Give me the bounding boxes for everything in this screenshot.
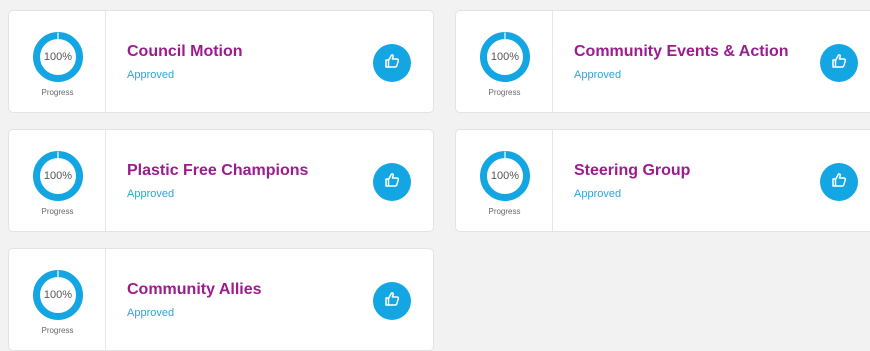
group-card[interactable]: 100% Progress Plastic Free Champions App… (8, 129, 434, 232)
progress-percent: 100% (490, 51, 520, 63)
group-card[interactable]: 100% Progress Council Motion Approved (8, 10, 434, 113)
progress-ring: 100% (32, 269, 84, 321)
progress-percent: 100% (43, 170, 73, 182)
status-text: Approved (127, 307, 175, 319)
group-card[interactable]: 100% Progress Steering Group Approved (455, 129, 870, 232)
progress-ring: 100% (32, 150, 84, 202)
progress-panel: 100% Progress (9, 11, 106, 112)
approve-button[interactable] (820, 44, 858, 82)
group-cards-grid: 100% Progress Council Motion Approved 10 (0, 0, 870, 351)
card-title[interactable]: Council Motion (127, 43, 243, 61)
status-text: Approved (574, 188, 622, 200)
progress-panel: 100% Progress (9, 249, 106, 350)
progress-label: Progress (41, 207, 74, 216)
progress-ring: 100% (479, 150, 531, 202)
progress-percent: 100% (490, 170, 520, 182)
progress-percent: 100% (43, 289, 73, 301)
progress-label: Progress (488, 207, 521, 216)
status-text: Approved (127, 188, 175, 200)
group-card[interactable]: 100% Progress Community Events & Action … (455, 10, 870, 113)
approve-button[interactable] (820, 163, 858, 201)
card-title[interactable]: Community Allies (127, 281, 262, 299)
progress-label: Progress (488, 88, 521, 97)
thumbs-up-icon (829, 170, 849, 195)
status-text: Approved (574, 69, 622, 81)
card-title[interactable]: Community Events & Action (574, 43, 789, 61)
progress-percent: 100% (43, 51, 73, 63)
progress-ring: 100% (32, 31, 84, 83)
thumbs-up-icon (382, 51, 402, 76)
group-card[interactable]: 100% Progress Community Allies Approved (8, 248, 434, 351)
card-title[interactable]: Plastic Free Champions (127, 162, 308, 180)
progress-label: Progress (41, 326, 74, 335)
progress-ring: 100% (479, 31, 531, 83)
thumbs-up-icon (829, 51, 849, 76)
progress-panel: 100% Progress (9, 130, 106, 231)
progress-label: Progress (41, 88, 74, 97)
progress-panel: 100% Progress (456, 130, 553, 231)
progress-panel: 100% Progress (456, 11, 553, 112)
approve-button[interactable] (373, 282, 411, 320)
thumbs-up-icon (382, 170, 402, 195)
card-title[interactable]: Steering Group (574, 162, 690, 180)
approve-button[interactable] (373, 163, 411, 201)
status-text: Approved (127, 69, 175, 81)
thumbs-up-icon (382, 289, 402, 314)
approve-button[interactable] (373, 44, 411, 82)
